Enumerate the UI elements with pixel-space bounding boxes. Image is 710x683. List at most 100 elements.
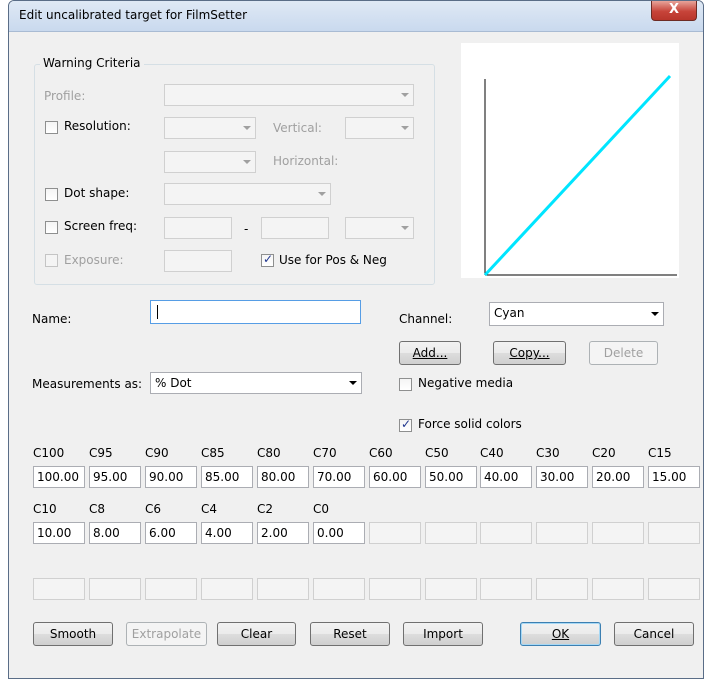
screen-freq-max-input[interactable]	[261, 217, 329, 239]
value-cell[interactable]: 80.00	[257, 466, 309, 488]
empty-cell[interactable]	[89, 578, 141, 600]
import-button[interactable]: Import	[403, 622, 483, 646]
measurements-select[interactable]: % Dot	[150, 372, 362, 394]
add-button[interactable]: Add...	[399, 341, 461, 365]
empty-cell[interactable]	[592, 578, 644, 600]
column-header: C90	[145, 446, 169, 460]
empty-cell[interactable]	[201, 578, 253, 600]
ok-button[interactable]: OK	[520, 622, 601, 646]
channel-label: Channel:	[399, 312, 453, 326]
column-header: C20	[592, 446, 616, 460]
vertical-label: Vertical:	[273, 121, 322, 135]
column-header: C50	[425, 446, 449, 460]
negative-media-checkbox[interactable]	[399, 378, 412, 391]
dot-shape-select[interactable]	[164, 183, 331, 205]
resolution-checkbox[interactable]	[45, 121, 58, 134]
value-cell[interactable]: 30.00	[536, 466, 588, 488]
value-cell[interactable]: 50.00	[425, 466, 477, 488]
force-solid-checkbox[interactable]: ✓	[399, 417, 412, 432]
column-header: C95	[89, 446, 113, 460]
copy-button[interactable]: Copy...	[493, 341, 566, 365]
name-input[interactable]	[150, 300, 361, 324]
profile-select[interactable]	[164, 84, 414, 106]
delete-button[interactable]: Delete	[589, 341, 658, 365]
horizontal-label: Horizontal:	[273, 154, 339, 168]
value-cell[interactable]: 100.00	[33, 466, 85, 488]
chevron-down-icon	[243, 126, 251, 130]
value-cell[interactable]: 60.00	[369, 466, 421, 488]
value-cell[interactable]: 4.00	[201, 522, 253, 544]
dot-shape-checkbox[interactable]	[45, 188, 58, 201]
exposure-checkbox[interactable]	[45, 254, 58, 267]
close-button[interactable]: X	[651, 1, 697, 21]
empty-cell[interactable]	[369, 578, 421, 600]
value-cell[interactable]: 20.00	[592, 466, 644, 488]
resolution-secondary-select[interactable]	[164, 151, 256, 173]
column-header: C80	[257, 446, 281, 460]
empty-cell[interactable]	[425, 578, 477, 600]
clear-button[interactable]: Clear	[217, 622, 296, 646]
empty-cell[interactable]	[33, 578, 85, 600]
measurements-value: % Dot	[155, 376, 192, 390]
empty-cell[interactable]	[536, 578, 588, 600]
column-header: C2	[257, 502, 274, 516]
use-pos-neg-checkbox[interactable]: ✓	[261, 252, 274, 267]
resolution-label: Resolution:	[64, 119, 131, 133]
cancel-button[interactable]: Cancel	[614, 622, 694, 646]
value-cell[interactable]: 15.00	[648, 466, 700, 488]
vertical-select[interactable]	[345, 117, 414, 139]
empty-cell[interactable]	[592, 522, 644, 544]
empty-cell[interactable]	[425, 522, 477, 544]
measurements-label: Measurements as:	[32, 377, 143, 391]
smooth-button[interactable]: Smooth	[33, 622, 113, 646]
negative-media-label: Negative media	[418, 376, 514, 390]
column-header: C30	[536, 446, 560, 460]
extrapolate-button[interactable]: Extrapolate	[126, 622, 207, 646]
empty-cell[interactable]	[648, 522, 700, 544]
chevron-down-icon	[243, 160, 251, 164]
value-cell[interactable]: 6.00	[145, 522, 197, 544]
empty-cell[interactable]	[480, 578, 532, 600]
empty-cell[interactable]	[369, 522, 421, 544]
screen-freq-checkbox[interactable]	[45, 221, 58, 234]
resolution-select[interactable]	[164, 117, 256, 139]
screen-freq-min-input[interactable]	[164, 217, 232, 239]
chevron-down-icon	[651, 312, 659, 316]
value-cell[interactable]: 70.00	[313, 466, 365, 488]
value-cell[interactable]: 90.00	[145, 466, 197, 488]
chevron-down-icon	[349, 381, 357, 385]
cyan-curve	[483, 74, 672, 277]
reset-button[interactable]: Reset	[310, 622, 390, 646]
column-header: C70	[313, 446, 337, 460]
value-cell[interactable]: 85.00	[201, 466, 253, 488]
close-icon: X	[668, 2, 680, 17]
calibration-curve-graph	[461, 43, 679, 278]
column-header: C0	[313, 502, 330, 516]
empty-cell[interactable]	[648, 578, 700, 600]
screen-freq-unit-select[interactable]	[345, 217, 414, 239]
channel-value: Cyan	[494, 306, 525, 320]
value-cell[interactable]: 40.00	[480, 466, 532, 488]
column-header: C15	[648, 446, 672, 460]
empty-cell[interactable]	[257, 578, 309, 600]
chevron-down-icon	[401, 226, 409, 230]
empty-cell[interactable]	[145, 578, 197, 600]
empty-cell[interactable]	[536, 522, 588, 544]
channel-select[interactable]: Cyan	[489, 302, 664, 326]
value-cell[interactable]: 95.00	[89, 466, 141, 488]
value-cell[interactable]: 2.00	[257, 522, 309, 544]
column-header: C40	[480, 446, 504, 460]
value-cell[interactable]: 0.00	[313, 522, 365, 544]
use-pos-neg-label: Use for Pos & Neg	[279, 253, 387, 267]
column-header: C60	[369, 446, 393, 460]
chevron-down-icon	[318, 192, 326, 196]
column-header: C6	[145, 502, 162, 516]
value-cell[interactable]: 8.00	[89, 522, 141, 544]
empty-cell[interactable]	[480, 522, 532, 544]
title-bar[interactable]: Edit uncalibrated target for FilmSetter …	[9, 1, 703, 32]
chevron-down-icon	[401, 126, 409, 130]
column-header: C8	[89, 502, 106, 516]
exposure-input[interactable]	[164, 250, 232, 272]
empty-cell[interactable]	[313, 578, 365, 600]
value-cell[interactable]: 10.00	[33, 522, 85, 544]
